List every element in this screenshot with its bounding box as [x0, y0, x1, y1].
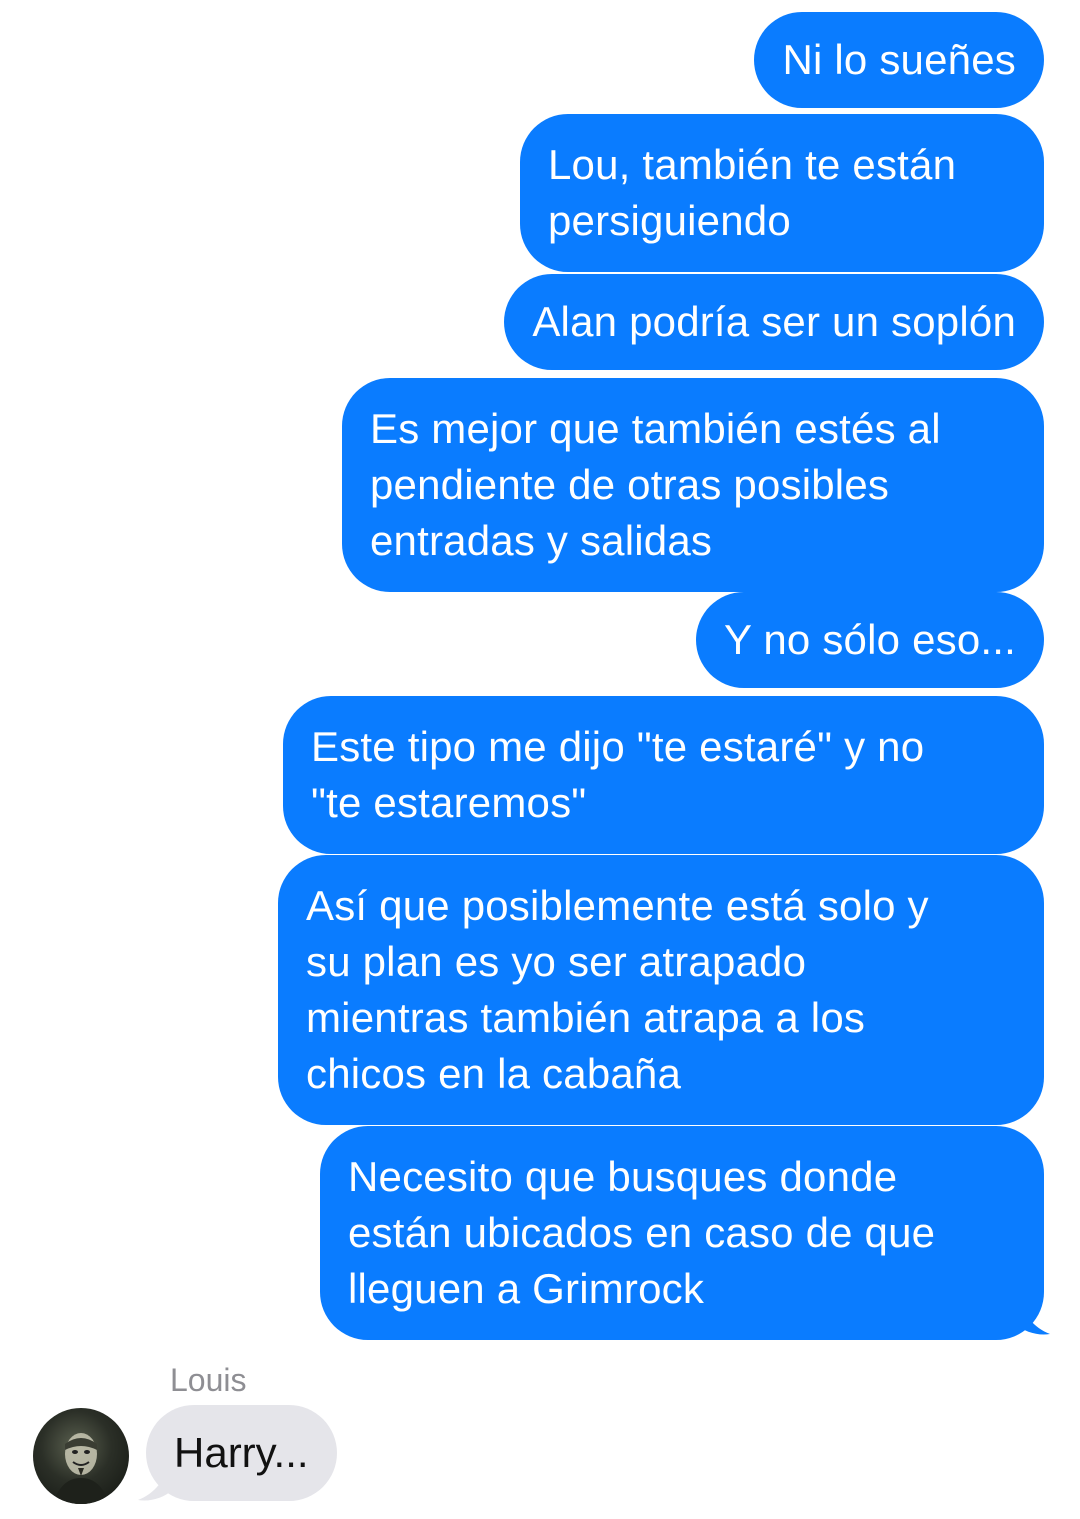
- incoming-message-bubble[interactable]: Harry...: [146, 1405, 337, 1501]
- mask-avatar-icon: [53, 1433, 109, 1504]
- outgoing-message-bubble[interactable]: Ni lo sueñes: [754, 12, 1044, 108]
- outgoing-message-bubble[interactable]: Así que posiblemente está solo y su plan…: [278, 855, 1044, 1125]
- contact-avatar[interactable]: [33, 1408, 129, 1504]
- outgoing-message-bubble[interactable]: Lou, también te están persiguiendo: [520, 114, 1044, 272]
- outgoing-message-bubble[interactable]: Es mejor que también estés al pendiente …: [342, 378, 1044, 592]
- outgoing-message-bubble[interactable]: Alan podría ser un soplón: [504, 274, 1044, 370]
- outgoing-message-bubble[interactable]: Y no sólo eso...: [696, 592, 1044, 688]
- message-thread: Ni lo sueñes Lou, también te están persi…: [0, 0, 1080, 1519]
- sender-name: Louis: [170, 1362, 247, 1398]
- outgoing-message-bubble[interactable]: Necesito que busques donde están ubicado…: [320, 1126, 1044, 1340]
- outgoing-message-bubble[interactable]: Este tipo me dijo "te estaré" y no "te e…: [283, 696, 1044, 854]
- outgoing-bubble-tail: [1016, 1292, 1050, 1335]
